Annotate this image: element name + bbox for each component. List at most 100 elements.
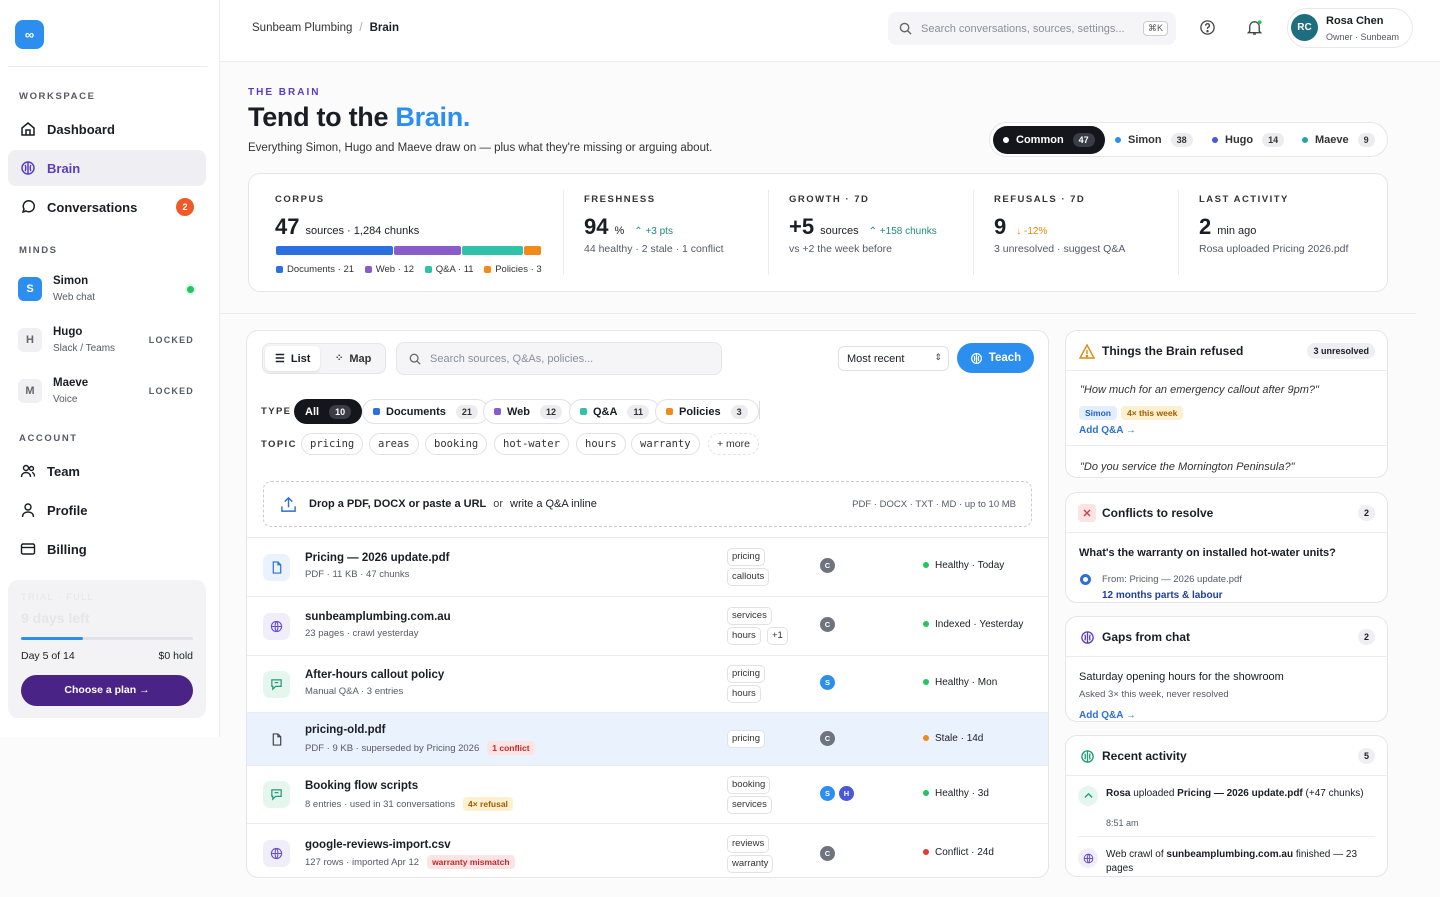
stat-refusals: REFUSALS · 7D 9 ↓ -12% 3 unresolved · sug…	[973, 174, 1173, 293]
stat-delta: ⌃ +3 pts	[634, 226, 673, 237]
topic-tag: callouts	[727, 568, 770, 586]
type-swatch	[494, 408, 501, 415]
bell-icon[interactable]	[1246, 19, 1264, 37]
table-row[interactable]: google-reviews-import.csv 127 rows · imp…	[247, 823, 1048, 877]
mind-tab-simon[interactable]: Simon 38	[1105, 126, 1203, 154]
nav-label: Dashboard	[47, 121, 115, 137]
card-icon	[20, 541, 36, 557]
type-chip-web[interactable]: Web 12	[483, 399, 574, 424]
card-count: 2	[1357, 505, 1375, 521]
mind-tab-hugo[interactable]: Hugo 14	[1202, 126, 1294, 154]
trial-ghost-label: TRIAL · FULL	[21, 592, 95, 602]
teach-button[interactable]: Teach	[957, 343, 1034, 373]
type-chip-policies[interactable]: Policies 3	[655, 399, 759, 424]
view-label: List	[290, 352, 311, 365]
status-text: Healthy	[935, 560, 969, 571]
radio-selected[interactable]	[1080, 574, 1091, 585]
source-meta: 127 rows · imported Apr 12 warranty misma…	[305, 855, 515, 869]
nav-item-profile[interactable]: Profile	[8, 492, 206, 528]
section-label-workspace: WORKSPACE	[19, 91, 96, 102]
tab-label: Hugo	[1225, 134, 1254, 146]
nav-item-billing[interactable]: Billing	[8, 531, 206, 567]
delta-text: +158 chunks	[879, 226, 937, 237]
topic-chip-booking[interactable]: booking	[425, 433, 488, 455]
global-search[interactable]: Search conversations, sources, settings.…	[888, 12, 1176, 45]
brain-icon	[20, 160, 36, 176]
table-row[interactable]: sunbeamplumbing.com.au 23 pages · crawl …	[247, 596, 1048, 655]
table-row[interactable]: Pricing — 2026 update.pdf PDF · 11 KB · …	[247, 537, 1048, 596]
topic-tag-overflow[interactable]: +1	[767, 627, 788, 645]
breadcrumb: Sunbeam Plumbing / Brain	[252, 22, 399, 34]
brain-icon	[970, 352, 983, 365]
write-qa-link[interactable]: write a Q&A inline	[510, 498, 597, 510]
breadcrumb-org[interactable]: Sunbeam Plumbing	[252, 22, 352, 34]
chip-count: 10	[329, 404, 352, 419]
type-chip-documents[interactable]: Documents 21	[362, 399, 489, 424]
topic-more-button[interactable]: + more	[708, 433, 759, 455]
divider	[1178, 190, 1179, 275]
add-qa-link[interactable]: Add Q&A →	[1079, 710, 1136, 721]
topic-chip-hours[interactable]: hours	[576, 433, 626, 455]
avatar: C	[820, 846, 835, 861]
delta-text: -12%	[1024, 226, 1048, 237]
source-title: After-hours callout policy	[305, 669, 445, 681]
table-row[interactable]: Booking flow scripts 8 entries · used in…	[247, 765, 1048, 823]
status-text: Stale	[935, 733, 958, 744]
upload-dropzone[interactable]: Drop a PDF, DOCX or paste a URL or write a…	[263, 481, 1032, 527]
nav-item-conversations[interactable]: Conversations 2	[8, 189, 206, 225]
add-qa-link[interactable]: Add Q&A →	[1079, 425, 1136, 436]
refusal-badge: 4× refusal	[462, 797, 513, 811]
conflict-badge: 1 conflict	[487, 741, 535, 755]
user-icon	[20, 502, 36, 518]
divider	[8, 66, 207, 67]
app-logo[interactable]: ∞	[15, 20, 44, 49]
status-badge: Healthy · Today	[923, 560, 1004, 571]
help-icon[interactable]	[1199, 19, 1217, 37]
activity-file[interactable]: Pricing — 2026 update.pdf	[1177, 788, 1303, 799]
topic-tag: services	[727, 607, 772, 625]
stat-number: 47	[275, 214, 300, 239]
mind-item-simon[interactable]: S Simon Web chat	[8, 266, 206, 312]
nav-item-dashboard[interactable]: Dashboard	[8, 111, 206, 147]
activity-site[interactable]: sunbeamplumbing.com.au	[1166, 849, 1293, 860]
view-map-button[interactable]: ⁘ Map	[325, 346, 381, 371]
status-time: Mon	[977, 677, 998, 688]
trial-progress-fill	[21, 637, 83, 640]
table-row[interactable]: After-hours callout policy Manual Q&A · …	[247, 655, 1048, 712]
topic-chip-hot-water[interactable]: hot-water	[494, 433, 569, 455]
shortcut-hint: ⌘K	[1142, 21, 1168, 36]
mind-tab-common[interactable]: Common 47	[993, 126, 1105, 154]
type-chip-qa[interactable]: Q&A 11	[569, 399, 660, 424]
trial-day: Day 5 of 14	[21, 650, 75, 662]
table-row[interactable]: pricing-old.pdf PDF · 9 KB · superseded …	[247, 712, 1048, 765]
topic-chip-pricing[interactable]: pricing	[301, 433, 364, 455]
type-chip-all[interactable]: All 10	[294, 399, 363, 424]
mind-dot	[1302, 137, 1308, 143]
card-count: 5	[1357, 748, 1375, 764]
nav-item-team[interactable]: Team	[8, 453, 206, 489]
topic-chip-warranty[interactable]: warranty	[631, 433, 700, 455]
mind-channel: Voice	[53, 394, 78, 405]
mind-item-hugo[interactable]: H Hugo Slack / Teams LOCKED	[8, 317, 206, 363]
activity-actor: Rosa	[1106, 788, 1131, 799]
nav-item-brain[interactable]: Brain	[8, 150, 206, 186]
search-placeholder: Search sources, Q&As, policies...	[430, 352, 594, 365]
sources-panel: ☰ List ⁘ Map Search sources, Q&As, policie…	[246, 330, 1049, 878]
stat-caption: 44 healthy · 2 stale · 1 conflict	[584, 243, 724, 255]
sources-search-input[interactable]: Search sources, Q&As, policies...	[396, 342, 722, 375]
view-list-button[interactable]: ☰ List	[265, 346, 321, 371]
choose-plan-button[interactable]: Choose a plan →	[21, 675, 193, 706]
refused-card: Things the Brain refused 3 unresolved "H…	[1065, 330, 1388, 478]
mind-channel: Slack / Teams	[53, 343, 116, 354]
topic-tag: hours	[727, 627, 761, 645]
chevron-updown-icon: ⇕	[934, 352, 942, 362]
topic-chip-areas[interactable]: areas	[369, 433, 419, 455]
sort-select[interactable]: Most recent ⇕	[838, 346, 949, 371]
delta-text: +3 pts	[645, 226, 673, 237]
user-menu[interactable]: RC Rosa Chen Owner · Sunbeam	[1287, 8, 1413, 48]
section-label-minds: MINDS	[19, 245, 58, 256]
legend-label: Q&A · 11	[435, 264, 474, 275]
mind-item-maeve[interactable]: M Maeve Voice LOCKED	[8, 368, 206, 414]
close-icon	[1078, 504, 1096, 522]
mind-tab-maeve[interactable]: Maeve 9	[1292, 126, 1385, 154]
